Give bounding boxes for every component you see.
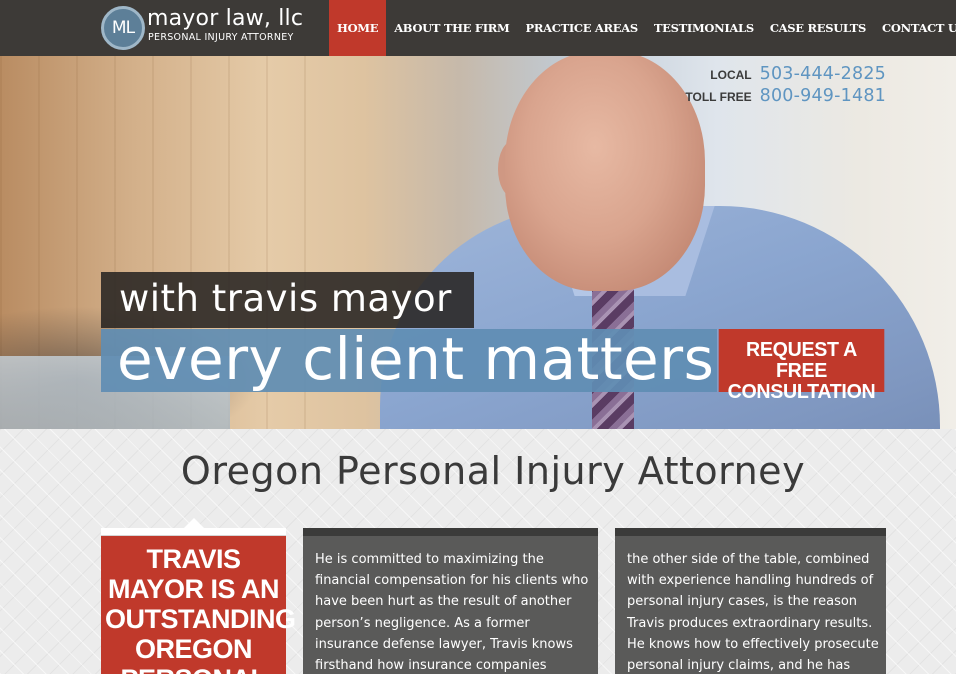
promo-text: TRAVIS MAYOR IS AN OUTSTANDING OREGON PE… — [101, 536, 296, 674]
text-card-1-top-strip — [303, 528, 598, 536]
text-card-2-top-strip — [615, 528, 886, 536]
text-card-1: He is committed to maximizing the financ… — [303, 528, 598, 674]
text-card-2: the other side of the table, combined wi… — [615, 528, 886, 674]
top-navigation-bar: ML mayor law, llc PERSONAL INJURY ATTORN… — [0, 0, 956, 56]
nav-item-home[interactable]: HOME — [329, 0, 387, 56]
nav-item-contact[interactable]: CONTACT US — [874, 0, 956, 56]
page-title: Oregon Personal Injury Attorney — [180, 449, 806, 493]
phone-label-toll-free: TOLL FREE — [685, 90, 752, 104]
hero-tagline-small: with travis mayor — [101, 272, 474, 328]
promo-panel: TRAVIS MAYOR IS AN OUTSTANDING OREGON PE… — [101, 518, 296, 674]
text-card-2-body: the other side of the table, combined wi… — [627, 552, 879, 674]
nav-item-practice-areas[interactable]: PRACTICE AREAS — [517, 0, 645, 56]
cta-line-2: CONSULTATION — [727, 381, 876, 403]
phone-numbers: LOCAL 503-444-2825 TOLL FREE 800-949-148… — [685, 64, 886, 108]
promo-notch-arrow — [184, 518, 204, 528]
cta-line-1: REQUEST A FREE — [746, 339, 857, 382]
phone-label-local: LOCAL — [710, 68, 752, 82]
phone-row-toll-free: TOLL FREE 800-949-1481 — [685, 86, 886, 108]
site-logo[interactable]: ML mayor law, llc PERSONAL INJURY ATTORN… — [101, 5, 304, 51]
nav-item-case-results[interactable]: CASE RESULTS — [762, 0, 874, 56]
hero-banner: LOCAL 503-444-2825 TOLL FREE 800-949-148… — [0, 56, 956, 429]
logo-tagline: PERSONAL INJURY ATTORNEY — [148, 32, 294, 43]
nav-item-about[interactable]: ABOUT THE FIRM — [386, 0, 517, 56]
request-consultation-button[interactable]: REQUEST A FREE CONSULTATION — [718, 329, 885, 403]
main-content: Oregon Personal Injury Attorney TRAVIS M… — [0, 429, 956, 674]
hero-photo-head — [505, 56, 705, 291]
phone-row-local: LOCAL 503-444-2825 — [685, 64, 886, 86]
nav-item-testimonials[interactable]: TESTIMONIALS — [646, 0, 762, 56]
main-nav: HOME ABOUT THE FIRM PRACTICE AREAS TESTI… — [329, 0, 956, 56]
phone-number-local[interactable]: 503-444-2825 — [760, 64, 886, 84]
text-card-1-body: He is committed to maximizing the financ… — [315, 552, 589, 674]
promo-top-strip — [101, 528, 286, 536]
logo-badge-icon: ML — [101, 6, 145, 50]
hero-tagline-big: every client matters — [101, 329, 717, 392]
phone-number-toll-free[interactable]: 800-949-1481 — [760, 86, 886, 106]
logo-name: mayor law, llc — [147, 6, 304, 31]
